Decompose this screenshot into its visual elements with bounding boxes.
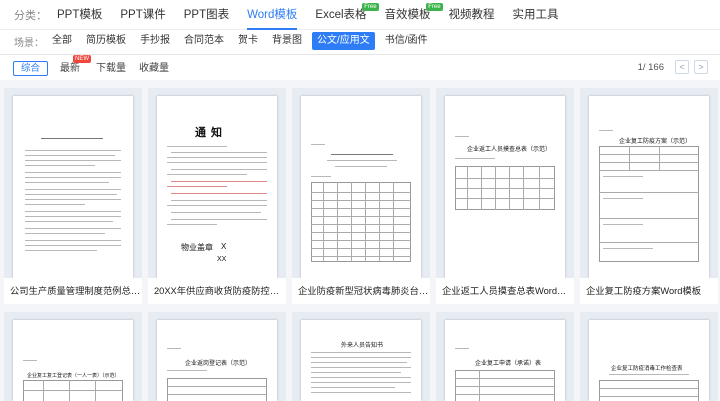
- pagination: 1/ 166 < >: [638, 60, 708, 74]
- document-heading: 外来人员告知书: [341, 343, 384, 349]
- document-heading: 企业复工申请（承诺）表: [475, 361, 542, 367]
- template-card[interactable]: 企业复工防疫方案（示范） 企业复工防疫方案Word模板: [580, 88, 718, 304]
- template-thumbnail[interactable]: 企业返岗登记表（示范）: [148, 312, 286, 401]
- scene-all[interactable]: 全部: [52, 32, 72, 50]
- template-thumbnail[interactable]: 外来人员告知书: [292, 312, 430, 401]
- category-text: PPT图表: [183, 8, 230, 21]
- date-text: XX: [217, 256, 227, 263]
- document-preview: [13, 96, 133, 278]
- sort-favorites-button[interactable]: 收藏量: [139, 61, 169, 76]
- template-title[interactable]: 企业复工防疫方案Word模板: [580, 278, 718, 304]
- category-tools[interactable]: 实用工具: [513, 0, 559, 30]
- template-thumbnail[interactable]: 企业返工人员摸查总表（示范）: [436, 88, 574, 278]
- template-thumbnail[interactable]: 通 知 物业盖章 X XX: [148, 88, 286, 278]
- template-card[interactable]: 公司生产质量管理制度范例总则Word...: [4, 88, 142, 304]
- scene-handwritten-poster[interactable]: 手抄报: [140, 32, 170, 50]
- template-thumbnail[interactable]: [4, 88, 142, 278]
- scene-label: 场景：: [14, 37, 44, 49]
- category-text: Excel表格: [315, 8, 367, 21]
- document-preview: 企业复工防疫消毒工作检查表: [589, 320, 709, 401]
- document-preview: 企业复工复工登记表（一人一表）（示范）: [13, 320, 133, 401]
- template-title[interactable]: 企业返工人员摸查总表Word模板: [436, 278, 574, 304]
- next-page-button[interactable]: >: [694, 60, 708, 74]
- template-card[interactable]: 企业复工申请（承诺）表: [436, 312, 574, 401]
- free-badge: Free: [362, 2, 379, 11]
- document-preview: 通 知 物业盖章 X XX: [157, 96, 277, 278]
- document-preview: 企业返工人员摸查总表（示范）: [445, 96, 565, 278]
- prev-page-button[interactable]: <: [675, 60, 689, 74]
- category-label: 分类：: [14, 9, 47, 22]
- scene-letters[interactable]: 书信/函件: [385, 32, 428, 50]
- template-title[interactable]: 企业防疫新型冠状病毒肺炎台账表格...: [292, 278, 430, 304]
- scene-bar: 场景： 全部 简历模板 手抄报 合同范本 贺卡 背景图 公文/应用文 书信/函件: [0, 30, 720, 52]
- template-thumbnail[interactable]: [292, 88, 430, 278]
- document-heading: 企业返工人员摸查总表（示范）: [467, 147, 552, 153]
- template-card[interactable]: 通 知 物业盖章 X XX 20XX年供应商收货防疫防控管理通知...: [148, 88, 286, 304]
- page-indicator: 1/ 166: [637, 61, 664, 73]
- category-video[interactable]: 视频教程: [449, 0, 495, 30]
- document-heading: 企业复工防疫消毒工作检查表: [611, 366, 683, 372]
- category-word-template[interactable]: Word模板: [247, 0, 298, 30]
- document-preview: 企业返岗登记表（示范）: [157, 320, 277, 401]
- sign-x: X: [221, 242, 227, 251]
- document-preview: [301, 96, 421, 278]
- category-text: 视频教程: [448, 8, 495, 21]
- new-badge: NEW: [73, 55, 91, 63]
- document-heading: 企业复工复工登记表（一人一表）（示范）: [27, 373, 120, 379]
- template-card[interactable]: 企业复工防疫消毒工作检查表: [580, 312, 718, 401]
- template-card[interactable]: 企业防疫新型冠状病毒肺炎台账表格...: [292, 88, 430, 304]
- category-text: Word模板: [247, 8, 298, 21]
- template-thumbnail[interactable]: 企业复工申请（承诺）表: [436, 312, 574, 401]
- free-badge: Free: [426, 2, 443, 11]
- scene-greeting-card[interactable]: 贺卡: [238, 32, 258, 50]
- template-thumbnail[interactable]: 企业复工防疫消毒工作检查表: [580, 312, 718, 401]
- scene-resume[interactable]: 简历模板: [86, 32, 126, 50]
- category-text: 实用工具: [512, 8, 559, 21]
- category-ppt-courseware[interactable]: PPT课件: [120, 0, 165, 30]
- category-bar: 分类： PPT模板 PPT课件 PPT图表 Word模板 Excel表格 Free…: [0, 0, 720, 30]
- category-excel[interactable]: Excel表格 Free: [315, 0, 379, 30]
- template-card[interactable]: 企业返岗登记表（示范）: [148, 312, 286, 401]
- scene-official-documents[interactable]: 公文/应用文: [312, 32, 375, 50]
- template-card[interactable]: 企业复工复工登记表（一人一表）（示范）: [4, 312, 142, 401]
- document-heading: 通 知: [195, 127, 224, 139]
- document-preview: 外来人员告知书: [301, 320, 421, 401]
- template-card[interactable]: 企业返工人员摸查总表（示范） 企业返工人员摸查总表Word模板: [436, 88, 574, 304]
- divider: [0, 54, 720, 55]
- template-thumbnail[interactable]: 企业复工防疫方案（示范）: [580, 88, 718, 278]
- category-ppt-template[interactable]: PPT模板: [57, 0, 102, 30]
- category-text: PPT课件: [120, 8, 166, 21]
- template-thumbnail[interactable]: 企业复工复工登记表（一人一表）（示范）: [4, 312, 142, 401]
- document-preview: 企业复工申请（承诺）表: [445, 320, 565, 401]
- sign-text: 物业盖章: [181, 243, 213, 252]
- template-title[interactable]: 公司生产质量管理制度范例总则Word...: [4, 278, 142, 304]
- category-text: PPT模板: [57, 8, 103, 21]
- category-ppt-chart[interactable]: PPT图表: [184, 0, 229, 30]
- document-heading: 企业返岗登记表（示范）: [185, 361, 252, 367]
- category-audio[interactable]: 音效模板 Free: [384, 0, 443, 30]
- template-title[interactable]: 20XX年供应商收货防疫防控管理通知...: [148, 278, 286, 304]
- category-text: 音效模板: [384, 8, 431, 21]
- scene-contract[interactable]: 合同范本: [184, 32, 224, 50]
- template-card[interactable]: 外来人员告知书: [292, 312, 430, 401]
- sort-comprehensive-button[interactable]: 综合: [13, 61, 48, 76]
- sort-bar: 综合 最新 NEW 下载量 收藏量 1/ 166 < >: [0, 55, 720, 80]
- sort-latest-button[interactable]: 最新: [60, 61, 80, 76]
- document-preview: 企业复工防疫方案（示范）: [589, 96, 709, 278]
- scene-background[interactable]: 背景图: [272, 32, 302, 50]
- document-heading: 企业复工防疫方案（示范）: [619, 139, 692, 145]
- sort-downloads-button[interactable]: 下载量: [96, 61, 126, 76]
